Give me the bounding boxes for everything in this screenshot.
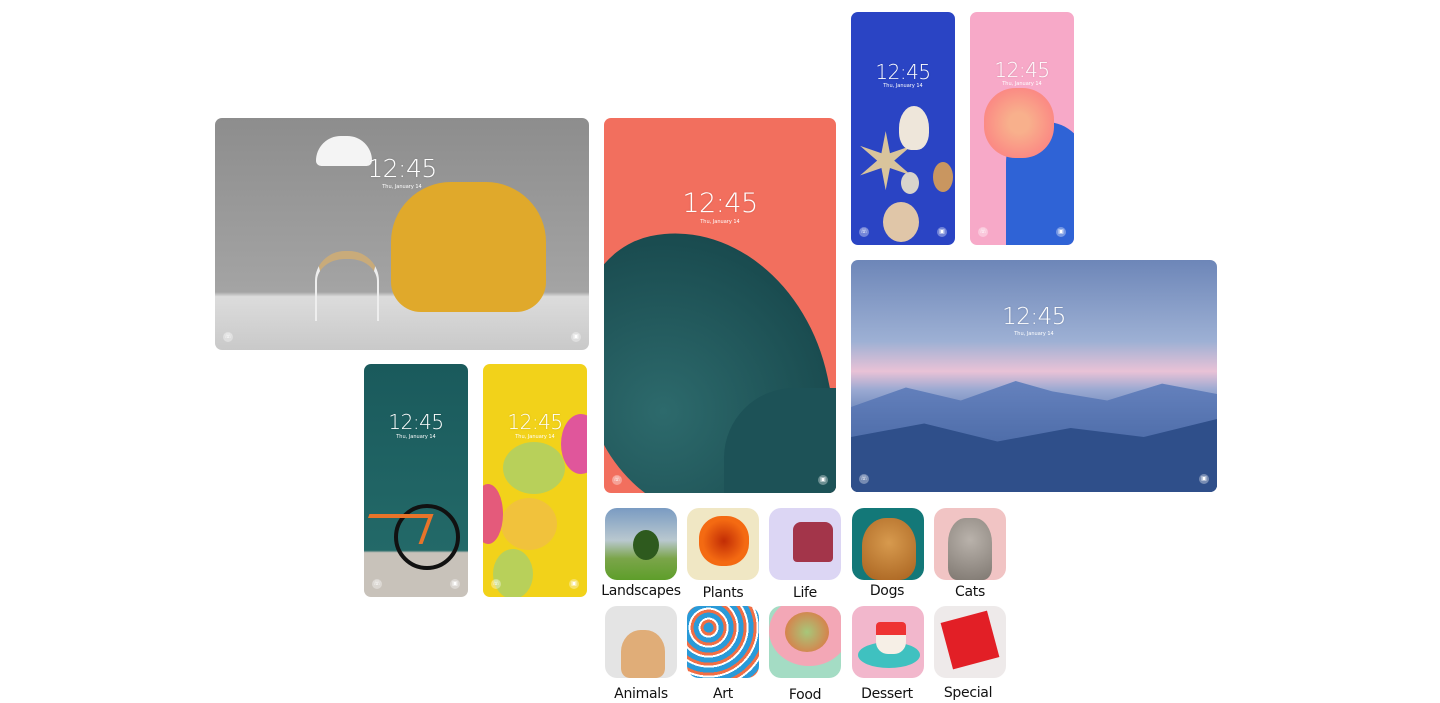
category-label: Dessert — [861, 686, 913, 702]
category-dessert[interactable] — [852, 606, 924, 678]
flower — [699, 516, 749, 566]
camera-icon: ▣ — [569, 579, 579, 589]
category-cats[interactable] — [934, 508, 1006, 580]
category-label: Special — [943, 685, 993, 701]
salad — [785, 612, 829, 652]
phone-icon: ☏ — [978, 227, 988, 237]
category-landscapes[interactable] — [605, 508, 677, 580]
starfish: ✶ — [853, 118, 919, 206]
cat — [948, 518, 992, 580]
phone-icon: ☏ — [859, 474, 869, 484]
bicycle-frame — [364, 514, 434, 544]
category-life[interactable] — [769, 508, 841, 580]
dog — [862, 518, 916, 580]
cup — [876, 622, 906, 654]
phone-icon: ☏ — [859, 227, 869, 237]
lock-time: 12:45 — [875, 60, 931, 84]
lock-date: Thu, January 14 — [515, 434, 555, 440]
phone-icon: ☏ — [223, 332, 233, 342]
category-label: Cats — [955, 584, 985, 600]
category-art[interactable] — [687, 606, 759, 678]
chair — [793, 522, 833, 562]
macaron — [493, 549, 533, 597]
lock-date: Thu, January 14 — [396, 434, 436, 440]
shell — [899, 106, 929, 150]
category-plants[interactable] — [687, 508, 759, 580]
phone-icon: ☏ — [612, 475, 622, 485]
category-food[interactable] — [769, 606, 841, 678]
macaron — [483, 484, 503, 544]
phone-icon: ☏ — [491, 579, 501, 589]
wallpaper-monstera-leaf[interactable]: 12:45 Thu, January 14 ☏ ▣ — [604, 118, 836, 493]
category-special[interactable] — [934, 606, 1006, 678]
wallpaper-cactus-flower[interactable]: 12:45 Thu, January 14 ☏ ▣ — [970, 12, 1074, 245]
rabbit — [621, 630, 665, 678]
lock-date: Thu, January 14 — [700, 219, 740, 225]
wallpaper-macarons[interactable]: 12:45 Thu, January 14 ☏ ▣ — [483, 364, 587, 597]
category-animals[interactable] — [605, 606, 677, 678]
category-label: Plants — [702, 585, 744, 601]
wallpaper-chair[interactable]: 12:45 Thu, January 14 ☏ ▣ — [215, 118, 589, 350]
phone-icon: ☏ — [372, 579, 382, 589]
lock-time: 12:45 — [1002, 304, 1066, 330]
lock-date: Thu, January 14 — [382, 184, 422, 190]
shell — [933, 162, 953, 192]
camera-icon: ▣ — [571, 332, 581, 342]
lock-date: Thu, January 14 — [1002, 81, 1042, 87]
lock-time: 12:45 — [388, 410, 444, 434]
category-dogs[interactable] — [852, 508, 924, 580]
lock-time: 12:45 — [682, 188, 758, 219]
tree — [633, 530, 659, 560]
gift-box — [940, 610, 1000, 670]
side-table — [315, 251, 379, 321]
macaron — [503, 442, 565, 494]
shell — [883, 202, 919, 242]
category-label: Landscapes — [601, 583, 681, 599]
shell — [901, 172, 919, 194]
camera-icon: ▣ — [818, 475, 828, 485]
lock-date: Thu, January 14 — [883, 83, 923, 89]
lock-time: 12:45 — [507, 410, 563, 434]
category-label: Animals — [614, 686, 668, 702]
camera-icon: ▣ — [450, 579, 460, 589]
camera-icon: ▣ — [937, 227, 947, 237]
camera-icon: ▣ — [1056, 227, 1066, 237]
camera-icon: ▣ — [1199, 474, 1209, 484]
lock-date: Thu, January 14 — [1014, 331, 1054, 337]
category-label: Life — [792, 585, 818, 601]
category-label: Art — [713, 686, 733, 702]
lock-time: 12:45 — [367, 154, 437, 183]
lock-time: 12:45 — [994, 58, 1050, 82]
wallpaper-mountains[interactable]: 12:45 Thu, January 14 ☏ ▣ — [851, 260, 1217, 492]
wallpaper-seashells[interactable]: ✶ 12:45 Thu, January 14 ☏ ▣ — [851, 12, 955, 245]
flower — [984, 88, 1054, 158]
macaron — [501, 498, 557, 550]
armchair — [391, 182, 546, 312]
wallpaper-bicycle[interactable]: 12:45 Thu, January 14 ☏ ▣ — [364, 364, 468, 597]
category-label: Dogs — [869, 583, 905, 599]
